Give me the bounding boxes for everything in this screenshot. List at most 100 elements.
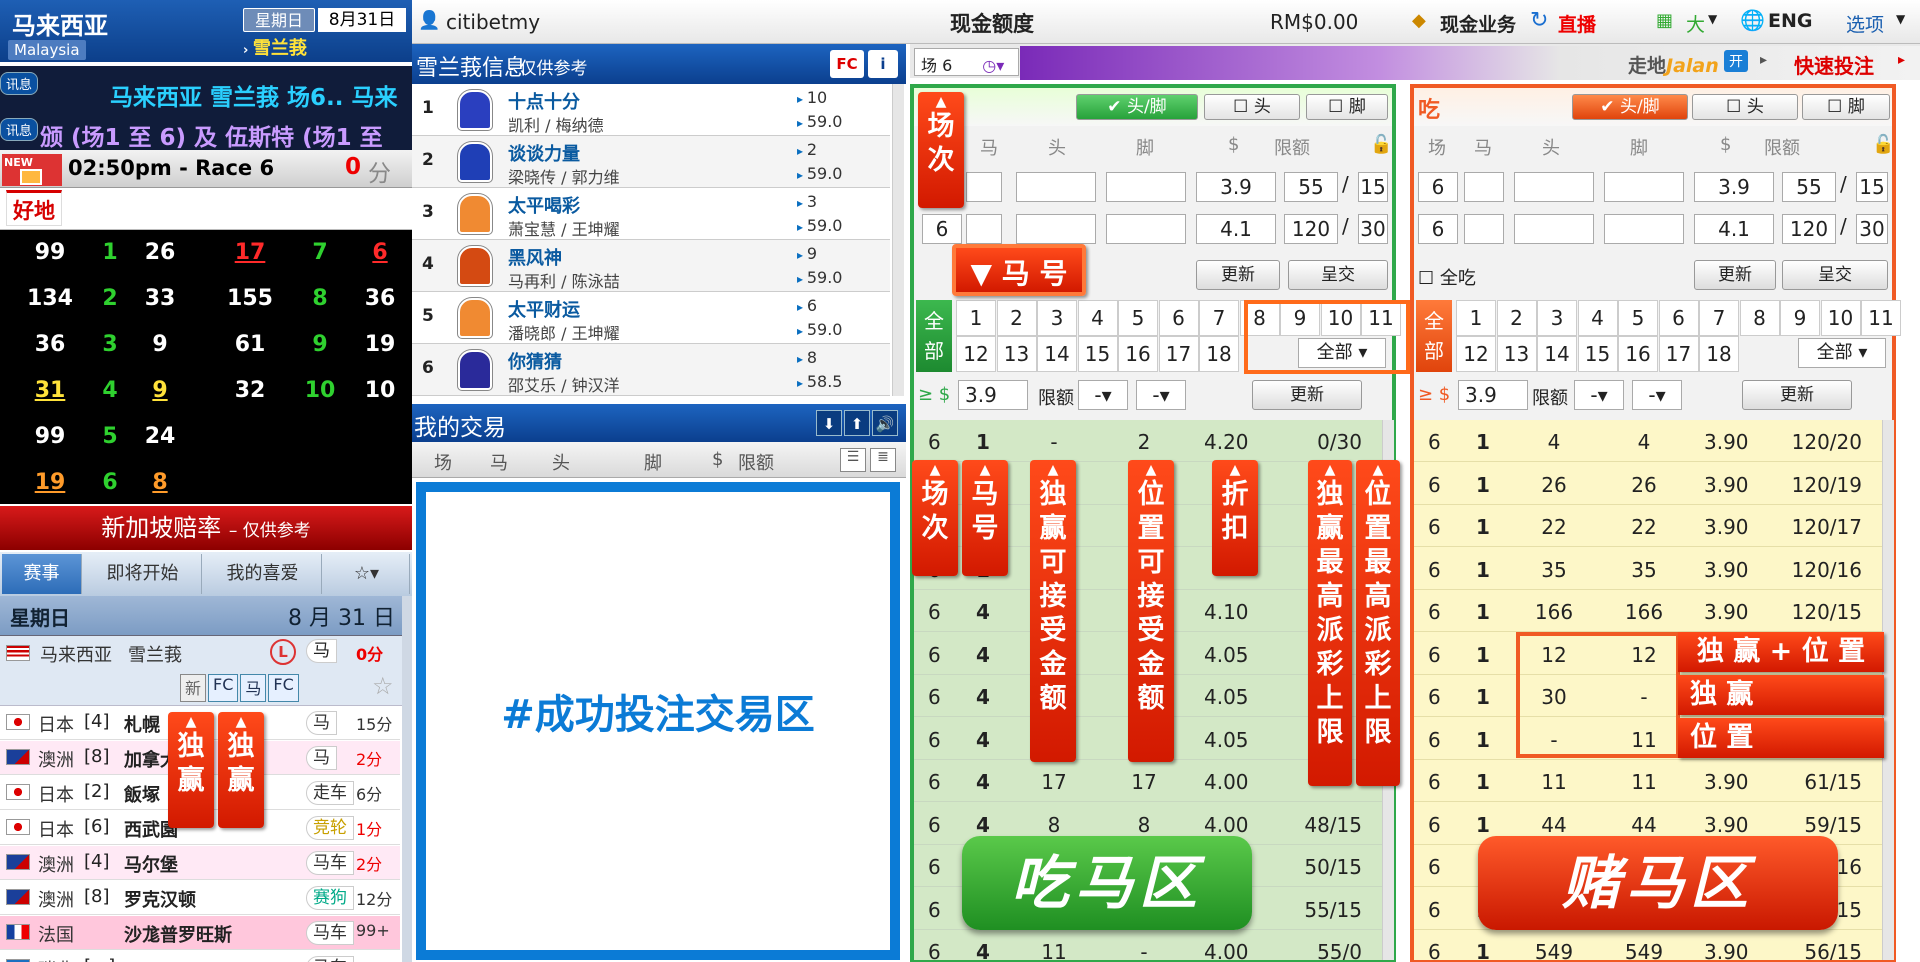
runner-scrollbar[interactable]	[892, 84, 904, 396]
runner-row[interactable]: 3 太平喝彩萧宝慧 / 王坤耀 3 59.0	[412, 188, 890, 240]
race-list-item[interactable]: 瑞典 [...]... 马车	[0, 951, 400, 962]
horse-number-button[interactable]: 11	[1861, 300, 1901, 336]
offer-row[interactable]: 6 1 35 35 3.90 120/16	[1414, 548, 1882, 590]
horse-number-button[interactable]: 2	[996, 300, 1037, 336]
horse-number-button[interactable]: 4	[1077, 300, 1118, 336]
offer-row[interactable]: 6 1 11 11 3.90 61/15	[1414, 760, 1882, 802]
odds-number[interactable]: 10	[345, 378, 412, 403]
race-input[interactable]: 6	[1418, 214, 1458, 244]
offer-row[interactable]: 6 4 11 - 4.00 55/0	[914, 930, 1382, 960]
win-input[interactable]	[1514, 214, 1594, 244]
odds-number[interactable]: 33	[125, 286, 195, 311]
left-scrollbar[interactable]	[402, 596, 412, 962]
odds-number[interactable]: 155	[215, 286, 285, 311]
tag-fc[interactable]: FC	[208, 674, 239, 702]
horse-number-button[interactable]: 4	[1577, 300, 1618, 336]
horse-filter-select[interactable]: 全部 ▾	[1798, 338, 1886, 368]
horse-number-button[interactable]: 10	[1820, 300, 1861, 336]
filter-limit-place-select[interactable]: -▾	[1632, 380, 1682, 410]
race-select[interactable]: 场 6 ◷▾	[914, 48, 1019, 76]
offer-row[interactable]: 6 1 22 22 3.90 120/17	[1414, 505, 1882, 547]
limit-win-input[interactable]: 120	[1782, 214, 1836, 244]
offer-row[interactable]: 6 1 26 26 3.90 120/19	[1414, 463, 1882, 505]
limit-place-input[interactable]: 30	[1856, 214, 1888, 244]
size-select[interactable]: 大	[1686, 10, 1705, 37]
horse-number-button[interactable]: 5	[1118, 300, 1158, 336]
odds-number[interactable]: 24	[125, 424, 195, 449]
race-list-item[interactable]: 法国 沙尨普罗旺斯 马车 99+	[0, 916, 400, 950]
runner-row[interactable]: 2 谈谈力量梁晓传 / 郭力维 2 59.0	[412, 136, 890, 188]
horse-number-button[interactable]: 17	[1158, 336, 1199, 372]
check-win[interactable]: ☐ 头	[1204, 94, 1300, 120]
race-list-item[interactable]: 澳洲 [8] 罗克汉顿 赛狗 12分	[0, 881, 400, 915]
odds-number[interactable]: 9	[125, 378, 195, 403]
horse-number-button[interactable]: 13	[996, 336, 1037, 372]
horse-number-button[interactable]: 6	[1658, 300, 1699, 336]
horse-input[interactable]	[966, 172, 1002, 202]
place-input[interactable]	[1604, 214, 1684, 244]
fc-button[interactable]: FC	[830, 50, 864, 78]
list-view-icon[interactable]: ☰	[840, 448, 866, 472]
eat-all-checkbox[interactable]: ☐ 全吃	[1418, 264, 1476, 290]
horse-number-button[interactable]: 1	[956, 300, 996, 336]
tag-horse[interactable]: 马	[240, 674, 267, 702]
tab-races[interactable]: 赛事	[2, 554, 82, 594]
filter-limit-win-select[interactable]: -▾	[1078, 380, 1128, 410]
place-input[interactable]	[1604, 172, 1684, 202]
live-l-icon[interactable]: L	[270, 639, 296, 665]
horse-number-button[interactable]: 9	[1780, 300, 1820, 336]
runner-row[interactable]: 4 黑风神马再利 / 陈泳喆 9 59.0	[412, 240, 890, 292]
horse-number-button[interactable]: 15	[1077, 336, 1118, 372]
offer-row[interactable]: 6 1 - 2 4.20 0/30	[914, 420, 1382, 462]
filter-rate-input[interactable]: 3.9	[1458, 380, 1528, 410]
rate-input[interactable]: 3.9	[1694, 172, 1774, 202]
horse-number-button[interactable]: 1	[1456, 300, 1496, 336]
bet-update-button[interactable]: 更新	[1694, 260, 1776, 290]
limit-win-input[interactable]: 55	[1782, 172, 1836, 202]
horse-number-button[interactable]: 7	[1699, 300, 1739, 336]
venue-link[interactable]: › 雪兰莪	[243, 34, 307, 60]
limit-win-input[interactable]: 55	[1284, 172, 1338, 202]
horse-input[interactable]	[1464, 172, 1504, 202]
bet-submit-button[interactable]: 呈交	[1782, 260, 1888, 290]
horse-number-button[interactable]: 14	[1037, 336, 1077, 372]
date-select[interactable]: 8月31日	[318, 8, 406, 32]
horse-number-button[interactable]: 13	[1496, 336, 1537, 372]
tag-fc-2[interactable]: FC	[268, 674, 299, 702]
tab-upcoming[interactable]: 即将开始	[84, 554, 202, 594]
filter-limit-win-select[interactable]: -▾	[1574, 380, 1624, 410]
win-input[interactable]	[1016, 172, 1096, 202]
horse-number-button[interactable]: 17	[1658, 336, 1699, 372]
check-win-place[interactable]: ✔ 头/脚	[1076, 94, 1198, 120]
info-icon[interactable]: i	[868, 50, 898, 78]
detail-view-icon[interactable]: ≣	[870, 448, 896, 472]
odds-number[interactable]: 6	[345, 240, 412, 265]
runner-row[interactable]: 6 你猜猜邵艾乐 / 钟汉洋 8 58.5	[412, 344, 890, 396]
quick-bet-link[interactable]: 快速投注	[1794, 50, 1874, 79]
horse-number-button[interactable]: 16	[1118, 336, 1158, 372]
sg-odds-bar[interactable]: 新加坡赔率 – 仅供参考	[0, 506, 412, 550]
featured-race[interactable]: 马来西亚 雪兰莪 L 马 0分 新 FC 马 FC ☆	[0, 636, 412, 706]
odds-number[interactable]: 26	[125, 240, 195, 265]
limit-place-input[interactable]: 30	[1358, 214, 1388, 244]
arrow-down-icon[interactable]: ⬇	[816, 410, 842, 436]
limit-place-input[interactable]: 15	[1856, 172, 1888, 202]
live-link[interactable]: 直播	[1558, 10, 1596, 37]
horse-number-button[interactable]: 14	[1537, 336, 1577, 372]
place-input[interactable]	[1106, 214, 1186, 244]
lock-icon[interactable]: 🔓	[1872, 134, 1894, 155]
rate-input[interactable]: 3.9	[1196, 172, 1276, 202]
filter-rate-input[interactable]: 3.9	[958, 380, 1028, 410]
horse-number-button[interactable]: 8	[1739, 300, 1780, 336]
cash-business-link[interactable]: 现金业务	[1440, 10, 1516, 37]
race-input[interactable]: 6	[922, 214, 962, 244]
horse-input[interactable]	[966, 214, 1002, 244]
horse-number-button[interactable]: 12	[1456, 336, 1496, 372]
horse-number-button[interactable]: 6	[1158, 300, 1199, 336]
filter-limit-place-select[interactable]: -▾	[1136, 380, 1186, 410]
all-horses-button[interactable]: 全部	[916, 300, 952, 372]
new-tv-icon[interactable]: NEW	[2, 154, 62, 186]
rate-input[interactable]: 4.1	[1694, 214, 1774, 244]
rate-input[interactable]: 4.1	[1196, 214, 1276, 244]
odds-number[interactable]: 36	[345, 286, 412, 311]
